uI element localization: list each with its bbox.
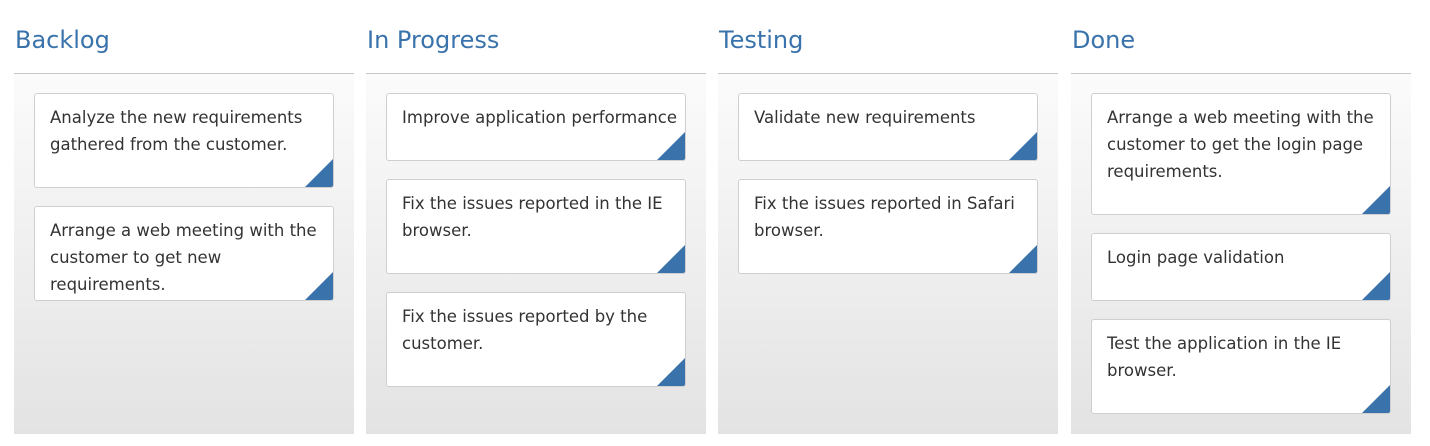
column-testing: Testing Validate new requirements Fix th… [718,0,1058,434]
card-text: Test the application in the IE browser. [1107,334,1342,380]
card-corner-indicator-icon [657,358,685,386]
kanban-card[interactable]: Test the application in the IE browser. [1091,319,1391,414]
column-header-backlog: Backlog [15,26,110,54]
column-done: Done Arrange a web meeting with the cust… [1071,0,1411,434]
column-header-testing: Testing [719,26,804,54]
kanban-card[interactable]: Validate new requirements [738,93,1038,161]
card-corner-indicator-icon [305,272,333,300]
column-body-in-progress: Improve application performance Fix the … [366,73,706,434]
card-corner-indicator-icon [1009,132,1037,160]
card-text: Fix the issues reported by the customer. [402,307,648,353]
card-text: Fix the issues reported in the IE browse… [402,194,663,240]
card-corner-indicator-icon [1362,385,1390,413]
card-corner-indicator-icon [1362,186,1390,214]
column-in-progress: In Progress Improve application performa… [366,0,706,434]
kanban-card[interactable]: Analyze the new requirements gathered fr… [34,93,334,188]
column-body-testing: Validate new requirements Fix the issues… [718,73,1058,434]
card-text: Analyze the new requirements gathered fr… [50,108,303,154]
card-text: Improve application performance [402,108,678,127]
card-text: Login page validation [1107,248,1285,267]
column-body-done: Arrange a web meeting with the customer … [1071,73,1411,434]
card-corner-indicator-icon [657,245,685,273]
kanban-card[interactable]: Fix the issues reported by the customer. [386,292,686,387]
card-corner-indicator-icon [1362,272,1390,300]
kanban-card[interactable]: Fix the issues reported in the IE browse… [386,179,686,274]
kanban-card[interactable]: Login page validation [1091,233,1391,301]
kanban-card[interactable]: Arrange a web meeting with the customer … [34,206,334,301]
card-corner-indicator-icon [1009,245,1037,273]
card-corner-indicator-icon [305,159,333,187]
column-header-in-progress: In Progress [367,26,500,54]
column-body-backlog: Analyze the new requirements gathered fr… [14,73,354,434]
column-header-done: Done [1072,26,1136,54]
kanban-card[interactable]: Arrange a web meeting with the customer … [1091,93,1391,215]
card-text: Validate new requirements [754,108,976,127]
card-text: Arrange a web meeting with the customer … [1107,108,1374,181]
kanban-card[interactable]: Improve application performance [386,93,686,161]
column-backlog: Backlog Analyze the new requirements gat… [14,0,354,434]
card-text: Fix the issues reported in Safari browse… [754,194,1015,240]
kanban-card[interactable]: Fix the issues reported in Safari browse… [738,179,1038,274]
card-text: Arrange a web meeting with the customer … [50,221,317,294]
kanban-board: Backlog Analyze the new requirements gat… [0,0,1430,446]
card-corner-indicator-icon [657,132,685,160]
